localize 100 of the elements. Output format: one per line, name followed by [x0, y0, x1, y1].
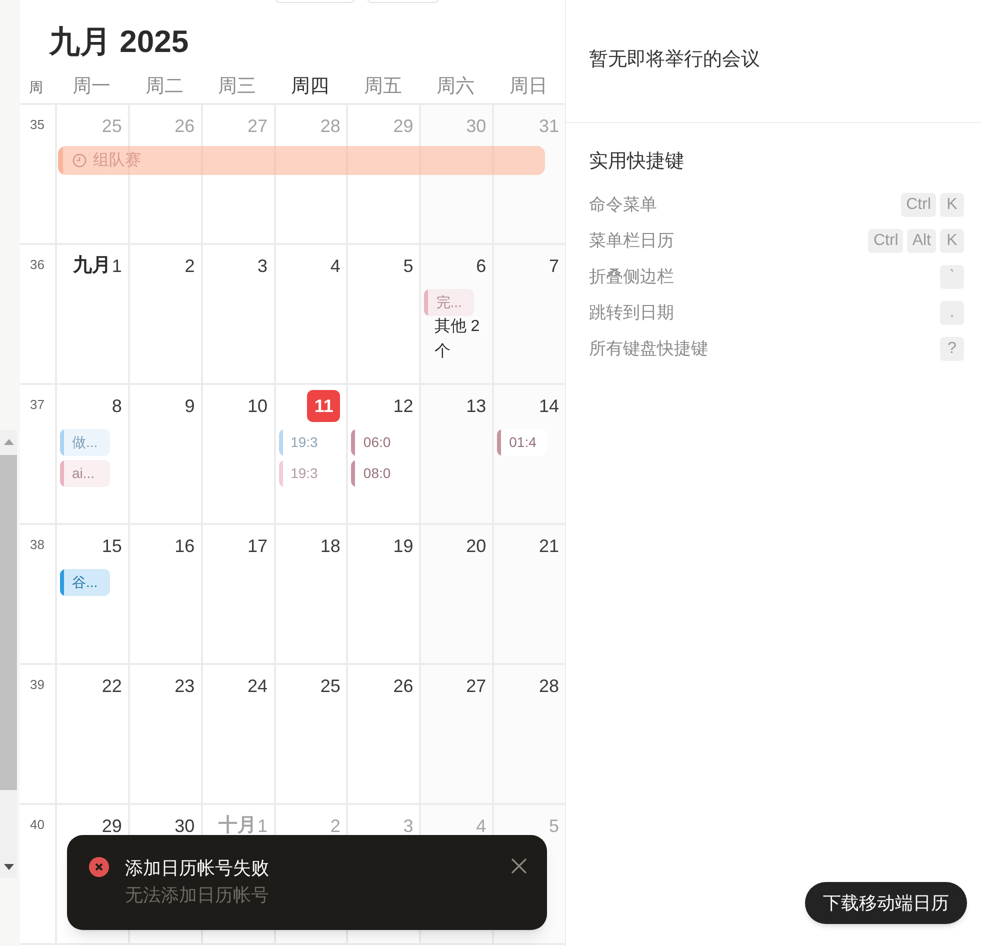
shortcut-label: 命令菜单 — [589, 194, 657, 216]
scroll-down-icon[interactable] — [4, 864, 14, 870]
error-icon — [89, 857, 109, 877]
event-color-bar — [278, 429, 283, 456]
day-number: 13 — [466, 394, 486, 418]
close-button[interactable] — [509, 856, 529, 876]
event-color-bar — [58, 146, 63, 175]
day-number: 10 — [248, 394, 268, 418]
event-title: 做... — [71, 433, 98, 452]
day-number: 3 — [258, 254, 268, 278]
day-number: 7 — [548, 254, 559, 278]
shortcut-label: 所有键盘快捷键 — [589, 338, 708, 360]
event-chip[interactable]: 01:4 — [497, 429, 548, 456]
day-number: 25 — [102, 114, 122, 138]
event-color-bar — [60, 429, 64, 456]
day-number: 30 — [466, 114, 486, 138]
day-number: 17 — [248, 534, 268, 558]
day-number: 3 — [403, 814, 414, 838]
day-number: 22 — [102, 674, 122, 698]
event-color-bar — [60, 460, 64, 487]
day-number: 2 — [330, 814, 340, 838]
event-color-bar — [351, 460, 356, 487]
day-number: 21 — [538, 534, 559, 558]
event-title: ai... — [71, 464, 95, 483]
weekday-header: 周日 — [508, 75, 549, 100]
event-color-bar — [278, 460, 283, 487]
scrollbar-thumb[interactable] — [0, 455, 17, 790]
weekday-header: 周一 — [71, 75, 112, 100]
day-number: 26 — [393, 674, 414, 698]
event-chip[interactable]: 完... — [424, 289, 474, 316]
week-number: 39 — [29, 676, 46, 694]
event-title: 08:0 — [362, 464, 391, 483]
day-number: 12 — [393, 394, 414, 418]
week-number: 35 — [29, 116, 46, 134]
day-number: 1 — [112, 254, 122, 278]
event-chip[interactable]: ai... — [60, 460, 110, 487]
week-number: 37 — [29, 396, 46, 414]
month-title: 九月 2025 — [49, 23, 189, 61]
week-number: 40 — [29, 816, 46, 834]
day-number: 31 — [538, 114, 559, 138]
event-chip[interactable]: 谷... — [60, 569, 110, 596]
key-cap: Alt — [907, 228, 936, 252]
day-number: 30 — [174, 814, 195, 838]
weekday-header: 周五 — [362, 75, 403, 100]
key-cap: K — [940, 228, 964, 252]
clock-icon — [72, 153, 87, 168]
week-number: 36 — [29, 256, 46, 274]
weekday-header: 周三 — [217, 75, 258, 100]
day-number: 29 — [102, 814, 122, 838]
day-number: 28 — [538, 674, 559, 698]
key-cap: ? — [940, 336, 964, 360]
day-number: 4 — [476, 814, 486, 838]
shortcut-label: 折叠侧边栏 — [589, 266, 674, 288]
event-title: 19:3 — [290, 433, 318, 452]
close-icon — [511, 858, 527, 874]
event-color-bar — [424, 289, 428, 316]
day-number: 29 — [393, 114, 414, 138]
day-number: 14 — [538, 394, 559, 418]
weekday-header: 周二 — [144, 75, 184, 100]
day-number: 19 — [393, 534, 414, 558]
toast-message: 无法添加日历帐号 — [125, 884, 269, 907]
event-title: 完... — [435, 293, 462, 312]
shortcut-label: 菜单栏日历 — [589, 230, 674, 252]
day-number: 23 — [174, 674, 195, 698]
key-cap: Ctrl — [868, 228, 904, 252]
day-number: 1 — [258, 814, 268, 838]
day-number: 24 — [248, 674, 268, 698]
key-cap: K — [940, 192, 964, 216]
event-title: 组队赛 — [93, 150, 141, 170]
event-title: 01:4 — [508, 433, 536, 452]
scrollbar[interactable] — [0, 430, 17, 878]
day-number: 26 — [174, 114, 195, 138]
more-events-link[interactable]: 其他 2 个 — [424, 314, 490, 364]
scroll-up-icon[interactable] — [4, 439, 14, 445]
day-number: 27 — [248, 114, 268, 138]
day-number: 9 — [184, 394, 195, 418]
day-number: 16 — [174, 534, 195, 558]
day-number: 27 — [466, 674, 486, 698]
toast-title: 添加日历帐号失败 — [125, 857, 269, 880]
event-color-bar — [60, 569, 64, 596]
day-number: 20 — [466, 534, 486, 558]
day-number: 6 — [476, 254, 486, 278]
event-chip[interactable]: 做... — [60, 429, 110, 456]
month-label: 十月 — [218, 814, 257, 838]
day-number: 5 — [548, 814, 559, 838]
day-number: 5 — [403, 254, 414, 278]
key-cap: . — [940, 300, 964, 324]
event-color-bar — [351, 429, 356, 456]
week-column-header: 周 — [28, 78, 44, 97]
key-cap: ` — [940, 264, 964, 288]
day-number: 2 — [184, 254, 195, 278]
week-number: 38 — [29, 536, 46, 554]
key-cap: Ctrl — [901, 192, 936, 216]
download-app-button[interactable]: 下载移动端日历 — [805, 882, 967, 924]
no-meetings-text: 暂无即将举行的会议 — [589, 48, 760, 72]
day-number: 8 — [112, 394, 122, 418]
day-number: 4 — [330, 254, 340, 278]
day-number: 18 — [320, 534, 340, 558]
shortcut-label: 跳转到日期 — [589, 302, 674, 324]
month-label: 九月 — [72, 254, 111, 278]
